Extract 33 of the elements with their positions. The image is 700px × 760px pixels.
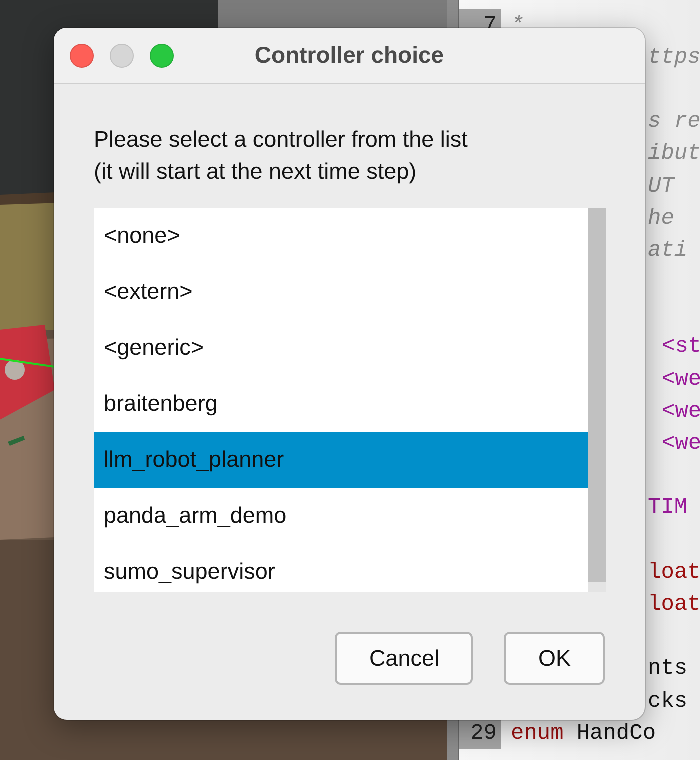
list-item[interactable]: <none> xyxy=(94,208,588,264)
code-text: nts xyxy=(648,656,688,682)
zoom-button[interactable] xyxy=(150,44,174,68)
code-text: loat xyxy=(648,560,700,585)
prompt-text: (it will start at the next time step) xyxy=(94,158,418,186)
line-number: 29 xyxy=(470,720,497,746)
list-item[interactable]: <generic> xyxy=(94,320,588,376)
code-text: <we xyxy=(662,366,700,392)
code-text: enum xyxy=(511,720,564,746)
prompt-text: Please select a controller from the list xyxy=(94,126,469,154)
code-text: cks xyxy=(648,688,688,714)
code-text: UT xyxy=(648,174,674,199)
code-text: <we xyxy=(662,431,700,456)
window-title: Controller choice xyxy=(254,42,444,69)
list-item[interactable]: <extern> xyxy=(94,264,588,320)
list-item[interactable]: braitenberg xyxy=(94,376,588,432)
code-text: <st xyxy=(662,334,700,360)
code-text: loat xyxy=(648,592,700,617)
list-item[interactable]: llm_robot_planner xyxy=(94,432,588,488)
dialog-button[interactable]: OK xyxy=(504,632,605,685)
code-text: ati xyxy=(648,238,688,263)
list-item[interactable]: panda_arm_demo xyxy=(94,488,588,544)
list-item[interactable]: sumo_supervisor xyxy=(94,544,588,600)
code-text: ibut xyxy=(648,141,700,166)
close-button[interactable] xyxy=(70,44,94,68)
code-text: * xyxy=(511,12,524,38)
code-text: HandCo xyxy=(576,720,656,746)
code-text: <we xyxy=(662,398,700,424)
dialog-button[interactable]: Cancel xyxy=(335,632,474,685)
code-text: ttps xyxy=(648,44,700,70)
code-text: s re xyxy=(648,109,700,134)
code-text: he xyxy=(648,206,674,231)
code-text: TIM xyxy=(648,495,688,520)
